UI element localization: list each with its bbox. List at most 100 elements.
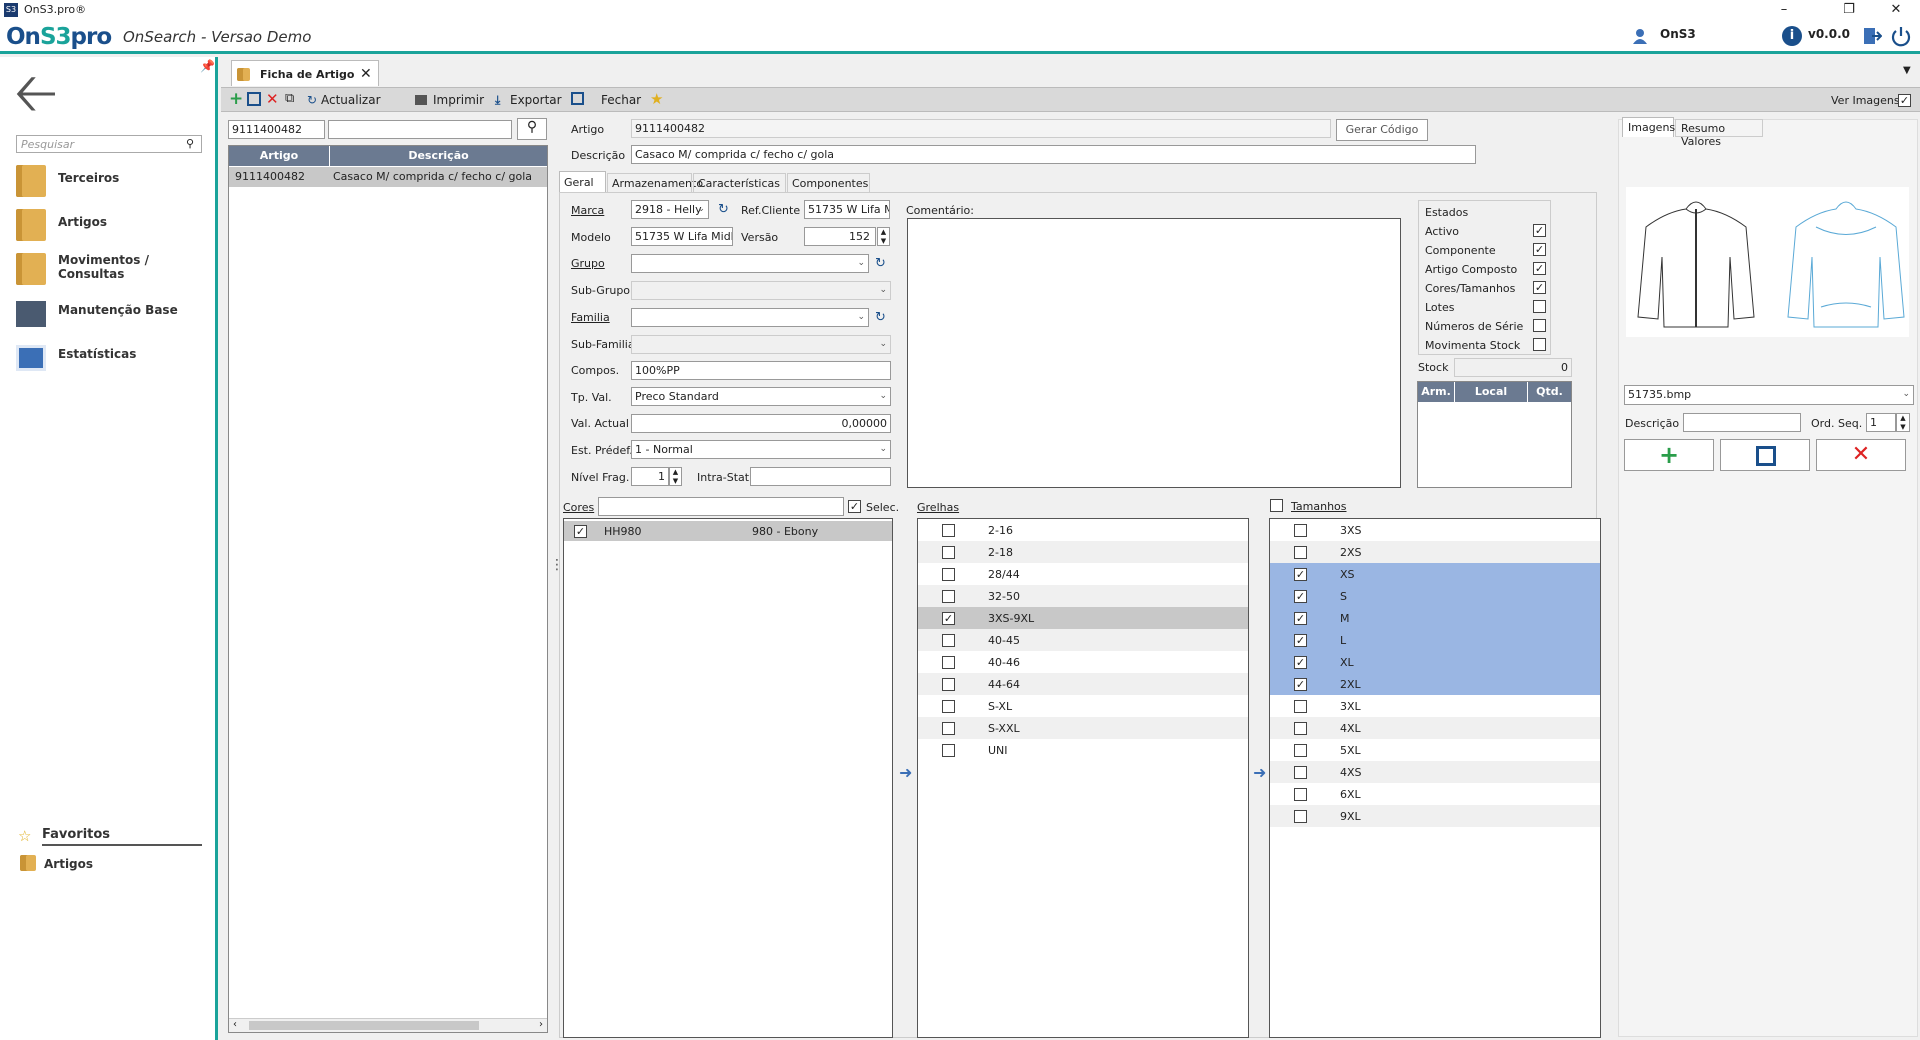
row-checkbox[interactable] (1294, 744, 1307, 757)
list-item[interactable]: 3XS (1270, 519, 1600, 541)
row-checkbox[interactable] (1294, 546, 1307, 559)
row-checkbox[interactable] (1294, 810, 1307, 823)
refresh-icon[interactable]: ↻ (875, 310, 886, 325)
row-checkbox[interactable]: ✓ (1294, 568, 1307, 581)
list-item[interactable]: 4XL (1270, 717, 1600, 739)
tab-resumo-valores[interactable]: Resumo Valores (1675, 119, 1763, 148)
row-checkbox[interactable] (942, 722, 955, 735)
col-local-header[interactable]: Local (1455, 382, 1527, 402)
list-item[interactable]: S-XXL (918, 717, 1248, 739)
save-icon[interactable] (247, 92, 261, 106)
image-file-select[interactable]: 51735.bmp ⌄ (1624, 385, 1914, 405)
close-button[interactable]: Fechar (601, 93, 641, 107)
list-item[interactable]: ✓ S (1270, 585, 1600, 607)
show-images-checkbox[interactable]: ✓ (1898, 94, 1911, 107)
subgrupo-select[interactable]: ⌄ (631, 281, 891, 300)
dropdown-arrow-icon[interactable]: ▼ (1903, 65, 1911, 76)
row-checkbox[interactable]: ✓ (1294, 656, 1307, 669)
article-filter-input[interactable] (328, 120, 512, 139)
delete-icon[interactable]: ✕ (266, 90, 279, 108)
tamanhos-all-checkbox[interactable] (1270, 499, 1283, 512)
col-artigo-header[interactable]: Artigo (229, 146, 329, 166)
ordseq-field[interactable]: 1 (1866, 413, 1896, 432)
row-checkbox[interactable] (942, 700, 955, 713)
list-item[interactable]: S-XL (918, 695, 1248, 717)
row-checkbox[interactable]: ✓ (574, 525, 587, 538)
tab-caracteristicas[interactable]: Características (693, 173, 786, 193)
row-checkbox[interactable] (942, 656, 955, 669)
pin-icon[interactable]: 📌 (200, 59, 215, 73)
copy-icon[interactable]: ⧉ (285, 91, 294, 106)
row-checkbox[interactable] (942, 546, 955, 559)
tab-armazenamento[interactable]: Armazenamento (607, 173, 703, 193)
intrastat-field[interactable] (750, 467, 891, 486)
list-item[interactable]: ✓ XS (1270, 563, 1600, 585)
row-checkbox[interactable] (942, 568, 955, 581)
list-item[interactable]: 2-16 (918, 519, 1248, 541)
delete-image-button[interactable]: ✕ (1816, 439, 1906, 471)
list-item[interactable]: ✓ XL (1270, 651, 1600, 673)
list-item[interactable]: 32-50 (918, 585, 1248, 607)
list-item[interactable]: 3XL (1270, 695, 1600, 717)
row-checkbox[interactable] (1294, 524, 1307, 537)
row-checkbox[interactable]: ✓ (942, 612, 955, 625)
list-item[interactable]: 2XS (1270, 541, 1600, 563)
familia-select[interactable]: ⌄ (631, 308, 869, 327)
row-checkbox[interactable] (1294, 700, 1307, 713)
close-window-button[interactable]: ✕ (1885, 1, 1907, 19)
list-item[interactable]: ✓ 2XL (1270, 673, 1600, 695)
list-item[interactable]: 2-18 (918, 541, 1248, 563)
row-checkbox[interactable] (942, 678, 955, 691)
tab-componentes[interactable]: Componentes (787, 173, 870, 193)
sidebar-search-input[interactable]: Pesquisar (16, 135, 202, 153)
close-tab-icon[interactable]: ✕ (360, 66, 372, 82)
row-checkbox[interactable] (942, 590, 955, 603)
row-checkbox[interactable] (1294, 766, 1307, 779)
list-item[interactable]: 6XL (1270, 783, 1600, 805)
subfamilia-select[interactable]: ⌄ (631, 335, 891, 354)
valactual-field[interactable]: 0,00000 (631, 414, 891, 433)
descricao-field[interactable]: Casaco M/ comprida c/ fecho c/ gola (631, 145, 1476, 164)
search-button[interactable]: ⚲ (517, 118, 547, 140)
row-checkbox[interactable] (1294, 722, 1307, 735)
sidebar-item-manutencao[interactable]: Manutenção Base (14, 295, 214, 331)
list-item[interactable]: UNI (918, 739, 1248, 761)
row-checkbox[interactable] (942, 634, 955, 647)
list-item[interactable]: 4XS (1270, 761, 1600, 783)
list-item[interactable]: ✓ 3XS-9XL (918, 607, 1248, 629)
estado-checkbox[interactable] (1533, 338, 1546, 351)
col-arm-header[interactable]: Arm. (1418, 382, 1454, 402)
grupo-select[interactable]: ⌄ (631, 254, 869, 273)
sidebar-item-artigos[interactable]: Artigos (14, 207, 214, 243)
table-row[interactable]: 9111400482 Casaco M/ comprida c/ fecho c… (229, 167, 547, 187)
export-button[interactable]: Exportar (510, 93, 562, 107)
list-item[interactable]: 40-45 (918, 629, 1248, 651)
back-arrow-icon[interactable]: 🡠 (14, 63, 58, 123)
add-icon[interactable]: + (229, 89, 243, 109)
minimize-button[interactable]: – (1773, 1, 1795, 19)
power-icon[interactable] (1890, 25, 1912, 47)
restore-button[interactable]: ❐ (1838, 1, 1860, 19)
logout-icon[interactable] (1862, 26, 1883, 46)
refresh-icon[interactable]: ↻ (875, 256, 886, 271)
col-descricao-header[interactable]: Descrição (329, 146, 547, 166)
save-image-button[interactable] (1720, 439, 1810, 471)
image-descricao-field[interactable] (1683, 413, 1801, 432)
sidebar-item-estatisticas[interactable]: Estatísticas (14, 339, 214, 375)
row-checkbox[interactable]: ✓ (1294, 634, 1307, 647)
marca-select[interactable]: 2918 - Helly ⌄ (631, 200, 709, 219)
tab-ficha-artigo[interactable]: Ficha de Artigo ✕ (231, 60, 379, 86)
list-item[interactable]: ✓ HH980 980 - Ebony (564, 521, 892, 541)
row-checkbox[interactable] (1294, 788, 1307, 801)
ordseq-spinner[interactable]: ▲ ▼ (1896, 413, 1910, 432)
horizontal-scrollbar[interactable]: ‹ › (229, 1018, 547, 1032)
row-checkbox[interactable] (942, 524, 955, 537)
refcliente-field[interactable]: 51735 W Lifa Mid (804, 200, 890, 219)
tpval-select[interactable]: Preco Standard ⌄ (631, 387, 891, 406)
list-item[interactable]: 9XL (1270, 805, 1600, 827)
refresh-button[interactable]: Actualizar (321, 93, 381, 107)
row-checkbox[interactable]: ✓ (1294, 612, 1307, 625)
sidebar-item-terceiros[interactable]: Terceiros (14, 163, 214, 199)
tab-imagens[interactable]: Imagens (1622, 117, 1675, 137)
estado-checkbox[interactable]: ✓ (1533, 243, 1546, 256)
